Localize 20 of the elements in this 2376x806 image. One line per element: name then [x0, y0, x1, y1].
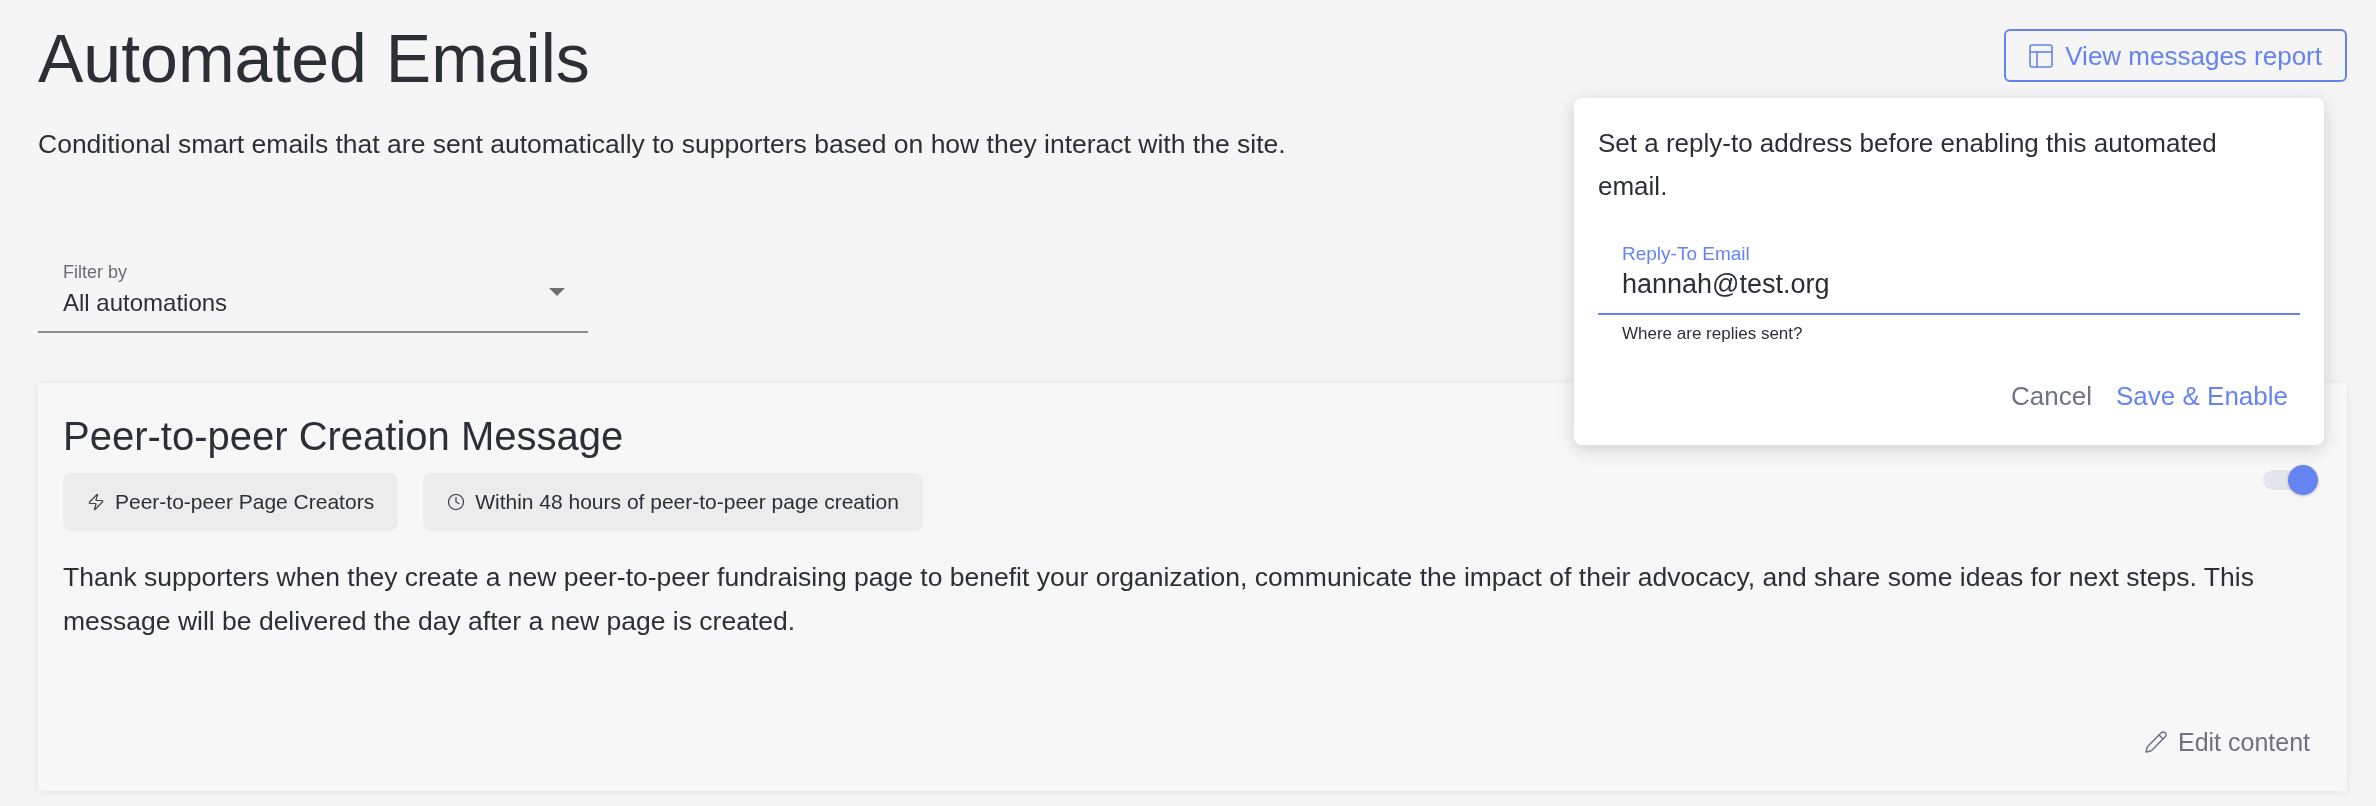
helper-text: Where are replies sent? — [1622, 323, 1803, 345]
tag-label: Peer-to-peer Page Creators — [115, 489, 375, 516]
lightning-icon — [87, 493, 105, 511]
tag-label: Within 48 hours of peer-to-peer page creation — [475, 489, 899, 516]
view-report-button[interactable]: View messages report — [2004, 29, 2347, 82]
layout-icon — [2029, 43, 2054, 68]
save-enable-button[interactable]: Save & Enable — [2104, 372, 2300, 420]
card-title: Peer-to-peer Creation Message — [63, 413, 624, 460]
page-subtitle: Conditional smart emails that are sent automatically to supporters based on how they interact with the site. — [38, 128, 1286, 161]
clock-icon — [447, 493, 466, 511]
caret-icon — [549, 288, 565, 296]
cancel-button[interactable]: Cancel — [1999, 372, 2104, 420]
popover-message: Set a reply-to address before enabling this automated email. — [1598, 127, 2218, 203]
edit-content-button[interactable]: Edit content — [2135, 720, 2318, 764]
pencil-icon — [2143, 730, 2168, 754]
description-text: Thank supporters when they create a new peer-to-peer fundraising page to benefit your organization, communicate the impact of their advocacy, and share some ideas for next steps. This message will be delivered the day after a new page is created. — [63, 561, 2255, 638]
email-field[interactable]: Reply-To Email hannah@test.org — [1598, 236, 2300, 315]
page-title: Automated Emails — [38, 24, 590, 92]
toggle-switch[interactable] — [2263, 465, 2318, 495]
filter-select[interactable]: Filter by All automations — [38, 255, 588, 333]
